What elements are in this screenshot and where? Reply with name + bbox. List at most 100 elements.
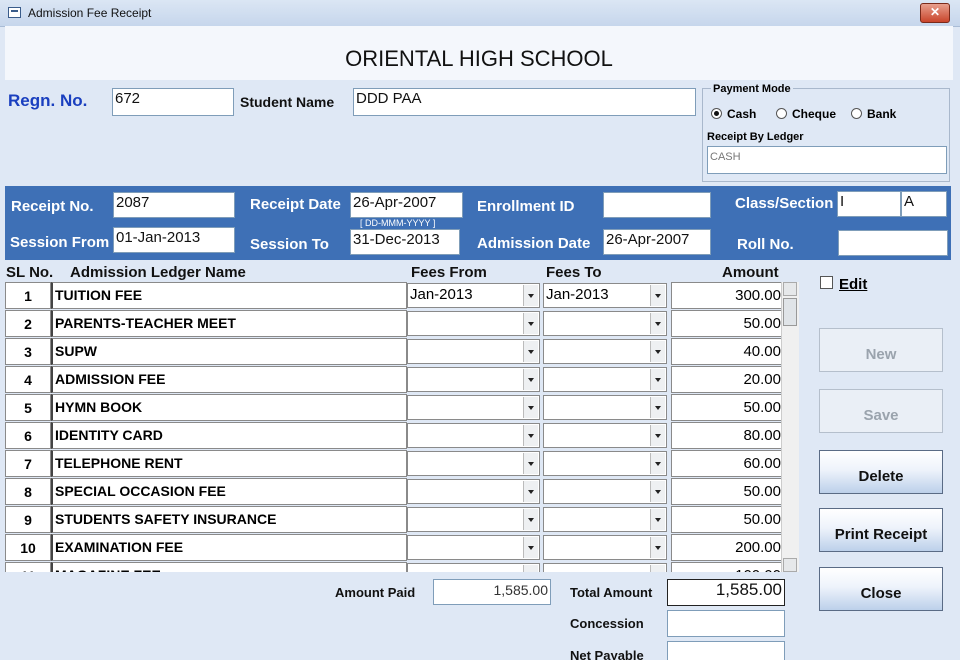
row-fees-to-select[interactable]: [543, 311, 667, 336]
row-ledger-name[interactable]: MAGAZINE FEE: [51, 562, 407, 572]
row-fees-from-select[interactable]: [407, 479, 540, 504]
receipt-no-input[interactable]: 2087: [113, 192, 235, 218]
delete-button[interactable]: Delete: [819, 450, 943, 494]
chevron-down-icon[interactable]: [523, 481, 538, 502]
chevron-down-icon[interactable]: [650, 369, 665, 390]
row-fees-from-select[interactable]: [407, 367, 540, 392]
row-amount[interactable]: 50.00: [671, 506, 785, 533]
row-ledger-name[interactable]: TELEPHONE RENT: [51, 450, 407, 477]
row-fees-to-select[interactable]: [543, 339, 667, 364]
chevron-down-icon[interactable]: [523, 565, 538, 572]
chevron-down-icon[interactable]: [650, 285, 665, 306]
print-receipt-button[interactable]: Print Receipt: [819, 508, 943, 552]
row-amount[interactable]: 60.00: [671, 450, 785, 477]
row-amount[interactable]: 20.00: [671, 366, 785, 393]
scroll-up-arrow-icon[interactable]: [783, 282, 797, 296]
table-row[interactable]: 3 SUPW 40.00: [5, 338, 801, 366]
chevron-down-icon[interactable]: [523, 425, 538, 446]
save-button[interactable]: Save: [819, 389, 943, 433]
chevron-down-icon[interactable]: [523, 369, 538, 390]
row-fees-from-select[interactable]: [407, 395, 540, 420]
receipt-by-ledger-input[interactable]: CASH: [707, 146, 947, 174]
chevron-down-icon[interactable]: [650, 481, 665, 502]
row-amount[interactable]: 100.00: [671, 562, 785, 572]
chevron-down-icon[interactable]: [523, 537, 538, 558]
row-ledger-name[interactable]: HYMN BOOK: [51, 394, 407, 421]
chevron-down-icon[interactable]: [650, 397, 665, 418]
session-from-input[interactable]: 01-Jan-2013: [113, 227, 235, 253]
row-fees-to-select[interactable]: [543, 535, 667, 560]
close-button[interactable]: Close: [819, 567, 943, 611]
row-fees-from-select[interactable]: [407, 339, 540, 364]
chevron-down-icon[interactable]: [650, 453, 665, 474]
row-fees-from-select[interactable]: [407, 311, 540, 336]
row-fees-from-select[interactable]: Jan-2013: [407, 283, 540, 308]
admission-date-input[interactable]: 26-Apr-2007: [603, 229, 711, 255]
edit-checkbox[interactable]: Edit: [820, 276, 867, 293]
row-fees-to-select[interactable]: [543, 367, 667, 392]
new-button[interactable]: New: [819, 328, 943, 372]
table-row[interactable]: 4 ADMISSION FEE 20.00: [5, 366, 801, 394]
row-ledger-name[interactable]: EXAMINATION FEE: [51, 534, 407, 561]
chevron-down-icon[interactable]: [650, 509, 665, 530]
student-name-input[interactable]: DDD PAA: [353, 88, 696, 116]
session-to-input[interactable]: 31-Dec-2013: [350, 229, 460, 255]
regn-no-input[interactable]: 672: [112, 88, 234, 116]
row-ledger-name[interactable]: ADMISSION FEE: [51, 366, 407, 393]
row-ledger-name[interactable]: PARENTS-TEACHER MEET: [51, 310, 407, 337]
row-amount[interactable]: 200.00: [671, 534, 785, 561]
row-amount[interactable]: 40.00: [671, 338, 785, 365]
row-ledger-name[interactable]: TUITION FEE: [51, 282, 407, 309]
payment-cheque-radio[interactable]: Cheque: [776, 107, 836, 121]
row-fees-from-select[interactable]: [407, 423, 540, 448]
row-ledger-name[interactable]: STUDENTS SAFETY INSURANCE: [51, 506, 407, 533]
table-row[interactable]: 1 TUITION FEE Jan-2013 Jan-2013 300.00: [5, 282, 801, 310]
row-amount[interactable]: 50.00: [671, 478, 785, 505]
row-amount[interactable]: 300.00: [671, 282, 785, 309]
scroll-down-arrow-icon[interactable]: [783, 558, 797, 572]
chevron-down-icon[interactable]: [650, 537, 665, 558]
window-close-button[interactable]: ✕: [920, 3, 950, 23]
table-row[interactable]: 6 IDENTITY CARD 80.00: [5, 422, 801, 450]
row-ledger-name[interactable]: SPECIAL OCCASION FEE: [51, 478, 407, 505]
row-fees-from-select[interactable]: [407, 563, 540, 572]
receipt-date-input[interactable]: 26-Apr-2007: [350, 192, 463, 218]
row-amount[interactable]: 50.00: [671, 310, 785, 337]
table-row[interactable]: 9 STUDENTS SAFETY INSURANCE 50.00: [5, 506, 801, 534]
chevron-down-icon[interactable]: [523, 509, 538, 530]
row-amount[interactable]: 50.00: [671, 394, 785, 421]
payment-bank-radio[interactable]: Bank: [851, 107, 896, 121]
chevron-down-icon[interactable]: [523, 453, 538, 474]
table-row[interactable]: 11MAGAZINE FEE 100.00: [5, 562, 801, 572]
chevron-down-icon[interactable]: [650, 565, 665, 572]
table-row[interactable]: 7 TELEPHONE RENT 60.00: [5, 450, 801, 478]
chevron-down-icon[interactable]: [523, 313, 538, 334]
amount-paid-input[interactable]: 1,585.00: [433, 579, 551, 605]
payment-cash-radio[interactable]: Cash: [711, 107, 756, 121]
chevron-down-icon[interactable]: [523, 285, 538, 306]
row-fees-from-select[interactable]: [407, 535, 540, 560]
concession-input[interactable]: [667, 610, 785, 637]
row-fees-to-select[interactable]: [543, 479, 667, 504]
chevron-down-icon[interactable]: [523, 397, 538, 418]
class-input[interactable]: I: [837, 191, 901, 217]
row-ledger-name[interactable]: IDENTITY CARD: [51, 422, 407, 449]
row-amount[interactable]: 80.00: [671, 422, 785, 449]
table-row[interactable]: 5 HYMN BOOK 50.00: [5, 394, 801, 422]
row-fees-to-select[interactable]: Jan-2013: [543, 283, 667, 308]
section-input[interactable]: A: [901, 191, 947, 217]
grid-scrollbar[interactable]: [781, 282, 799, 572]
chevron-down-icon[interactable]: [650, 313, 665, 334]
scroll-thumb[interactable]: [783, 298, 797, 326]
row-fees-from-select[interactable]: [407, 507, 540, 532]
row-fees-to-select[interactable]: [543, 563, 667, 572]
table-row[interactable]: 10 EXAMINATION FEE 200.00: [5, 534, 801, 562]
chevron-down-icon[interactable]: [650, 425, 665, 446]
chevron-down-icon[interactable]: [523, 341, 538, 362]
row-fees-from-select[interactable]: [407, 451, 540, 476]
row-ledger-name[interactable]: SUPW: [51, 338, 407, 365]
enrollment-id-input[interactable]: [603, 192, 711, 218]
row-fees-to-select[interactable]: [543, 395, 667, 420]
roll-no-input[interactable]: [838, 230, 948, 256]
row-fees-to-select[interactable]: [543, 451, 667, 476]
